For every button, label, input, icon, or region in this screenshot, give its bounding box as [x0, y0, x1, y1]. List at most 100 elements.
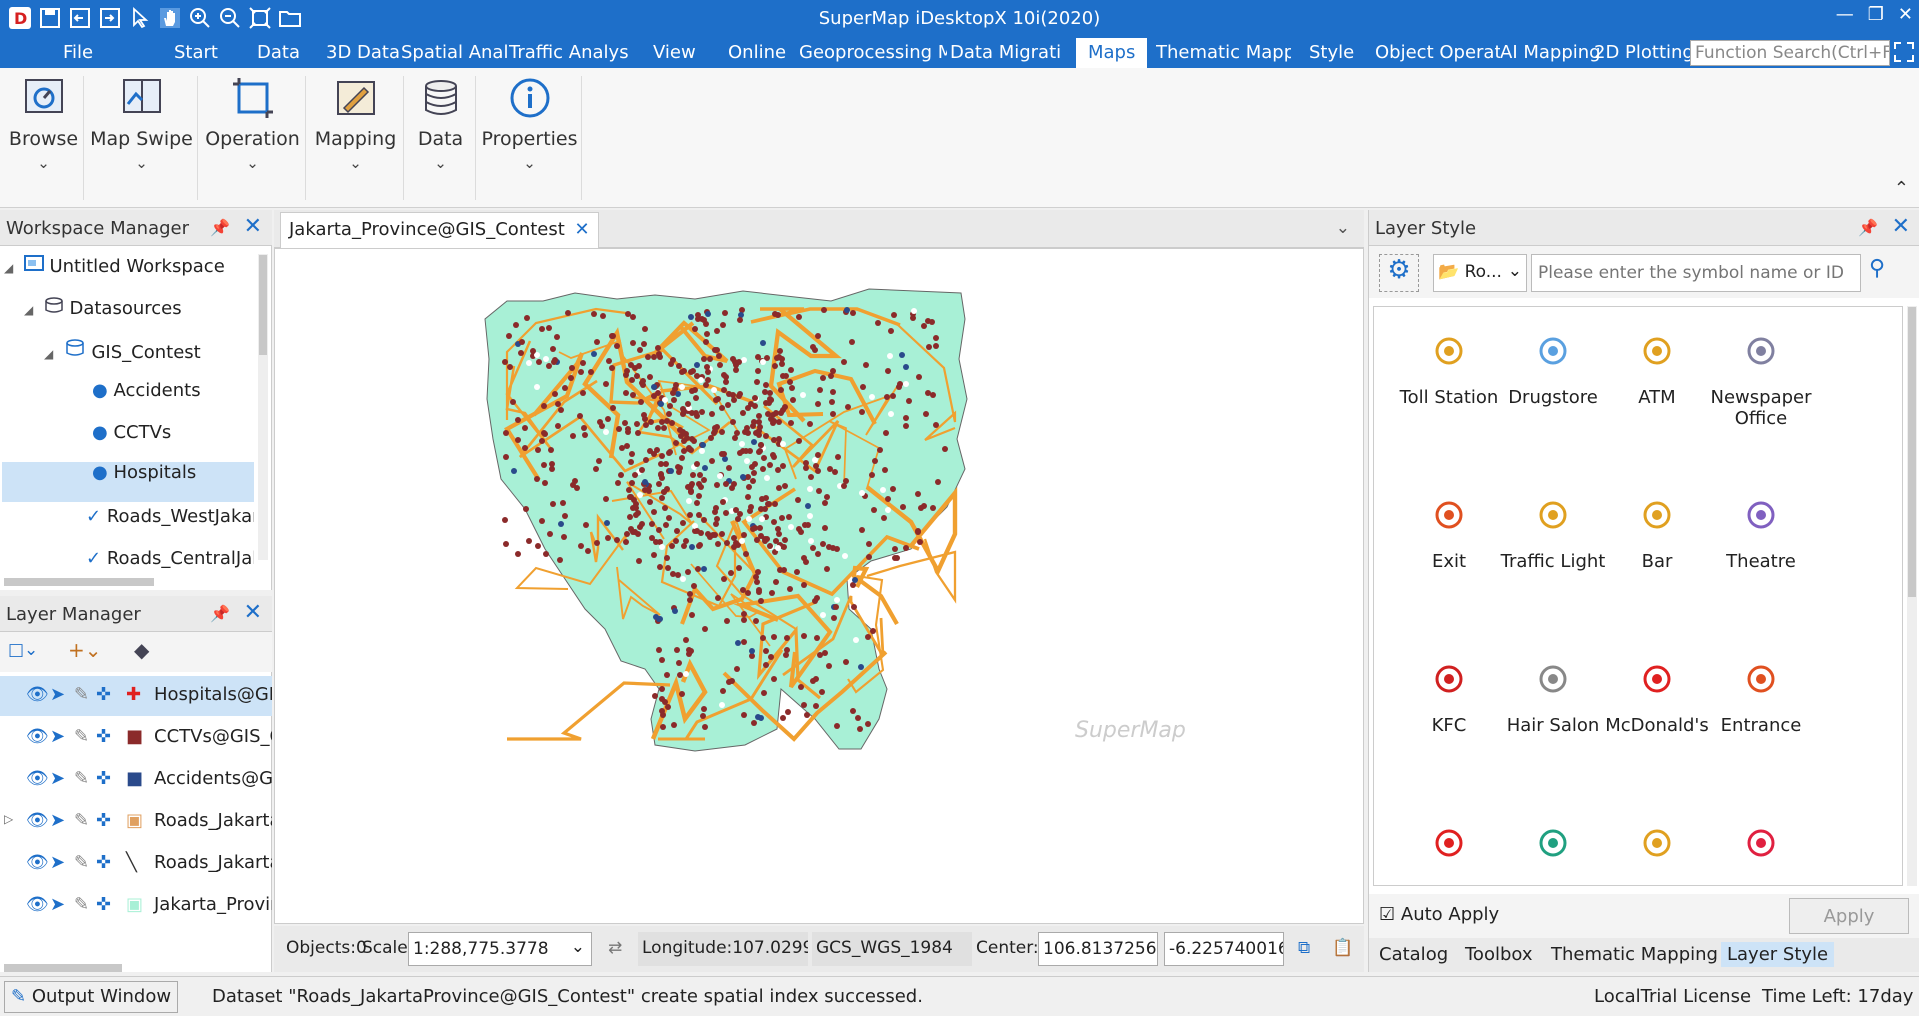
layer-item[interactable]: 👁➤✎✜✚Hospitals@GIS_Contest	[0, 676, 272, 716]
snappable-icon[interactable]: ✜	[96, 894, 111, 915]
visibility-eye-icon[interactable]: 👁	[26, 894, 49, 915]
visibility-eye-icon[interactable]: 👁	[26, 810, 49, 831]
menu-data-migration[interactable]: Data Migrati	[950, 42, 1070, 63]
symbol-item[interactable]: Hair Salon	[1498, 665, 1608, 736]
symbol-item[interactable]	[1394, 829, 1504, 879]
symbol-item[interactable]: Theatre	[1706, 501, 1816, 572]
search-icon[interactable]: ⚲	[1869, 256, 1885, 281]
gear-icon[interactable]: ⚙	[1379, 254, 1419, 292]
menu-data[interactable]: Data	[257, 42, 300, 63]
browse-button[interactable]: Browse ⌄	[4, 76, 84, 200]
selectable-icon[interactable]: ➤	[50, 852, 65, 873]
minimize-icon[interactable]: —	[1836, 4, 1854, 25]
properties-button[interactable]: Properties ⌄	[478, 76, 582, 200]
map-swipe-button[interactable]: Map Swipe ⌄	[86, 76, 198, 200]
tab-toolbox[interactable]: Toolbox	[1459, 942, 1539, 967]
visibility-eye-icon[interactable]: 👁	[26, 684, 49, 705]
editable-icon[interactable]: ✎	[74, 768, 89, 789]
snappable-icon[interactable]: ✜	[96, 768, 111, 789]
paste-icon[interactable]: 📋	[1328, 932, 1357, 966]
restore-icon[interactable]: ❐	[1868, 4, 1884, 25]
snappable-icon[interactable]: ✜	[96, 852, 111, 873]
center-x-input[interactable]: 106.81372561	[1038, 932, 1158, 966]
selectable-icon[interactable]: ➤	[50, 768, 65, 789]
visibility-eye-icon[interactable]: 👁	[26, 726, 49, 747]
close-icon[interactable]: ✕	[244, 214, 262, 239]
symbol-item[interactable]: Traffic Light	[1498, 501, 1608, 572]
close-icon[interactable]: ✕	[244, 600, 262, 625]
menu-thematic-mapping[interactable]: Thematic Mapp	[1156, 42, 1291, 63]
pin-icon[interactable]: 📌	[1858, 218, 1878, 237]
vertical-scrollbar[interactable]	[1907, 306, 1917, 886]
symbol-search-input[interactable]	[1531, 254, 1861, 292]
auto-apply-checkbox[interactable]: ☑ Auto Apply	[1379, 904, 1499, 925]
menu-ai-mapping[interactable]: AI Mapping	[1500, 42, 1601, 63]
vertical-scrollbar[interactable]	[258, 254, 268, 560]
symbol-item[interactable]: Newspaper Office	[1706, 337, 1816, 429]
data-button[interactable]: Data ⌄	[406, 76, 476, 200]
tab-catalog[interactable]: Catalog	[1373, 942, 1454, 967]
horizontal-scrollbar[interactable]	[4, 578, 154, 586]
snappable-icon[interactable]: ✜	[96, 726, 111, 747]
editable-icon[interactable]: ✎	[74, 894, 89, 915]
layer-item[interactable]: 👁➤✎✜▣Jakarta_Province	[0, 886, 272, 926]
selectable-icon[interactable]: ➤	[50, 894, 65, 915]
menu-2d-plotting[interactable]: 2D Plotting	[1594, 42, 1690, 63]
tree-item-dataset[interactable]: ● CCTVs	[92, 422, 254, 462]
menu-file[interactable]: File	[63, 42, 93, 63]
apply-button[interactable]: Apply	[1789, 898, 1909, 934]
symbol-item[interactable]: Drugstore	[1498, 337, 1608, 408]
map-view[interactable]: SuperMap	[275, 249, 1363, 923]
menu-start[interactable]: Start	[174, 42, 218, 63]
pin-icon[interactable]: 📌	[210, 218, 230, 237]
symbol-item[interactable]: ATM	[1602, 337, 1712, 408]
visibility-eye-icon[interactable]: 👁	[26, 852, 49, 873]
tree-item-dataset[interactable]: ✓ Roads_CentralJak	[86, 548, 254, 580]
symbol-item[interactable]	[1498, 829, 1608, 879]
pin-icon[interactable]: 📌	[210, 604, 230, 623]
symbol-category-select[interactable]: 📂 Ro... ⌄	[1433, 254, 1527, 292]
selectable-icon[interactable]: ➤	[50, 726, 65, 747]
tree-item-dataset[interactable]: ● Accidents	[92, 380, 254, 420]
symbol-item[interactable]	[1602, 829, 1712, 879]
copy-icon[interactable]: ⧉	[1294, 932, 1314, 966]
tab-layer-style[interactable]: Layer Style	[1721, 942, 1835, 967]
tree-item-datasources[interactable]: ◢ Datasources	[24, 296, 254, 336]
center-y-input[interactable]: -6.225740016	[1164, 932, 1284, 966]
editable-icon[interactable]: ✎	[74, 684, 89, 705]
function-search-input[interactable]: Function Search(Ctrl+F)	[1690, 40, 1890, 66]
menu-maps[interactable]: Maps	[1076, 38, 1148, 68]
layer-item[interactable]: 👁➤✎✜╲Roads_JakartaProvince	[0, 844, 272, 884]
layer-item[interactable]: 👁➤✎✜■CCTVs@GIS_Contest	[0, 718, 272, 758]
tab-list-chevron-icon[interactable]: ⌄	[1336, 218, 1350, 238]
tab-thematic-mapping[interactable]: Thematic Mapping	[1545, 942, 1724, 967]
tree-item-dataset[interactable]: ✓ Roads_WestJakar	[86, 506, 254, 546]
symbol-item[interactable]: Bar	[1602, 501, 1712, 572]
scale-select[interactable]: 1:288,775.3778 ⌄	[408, 932, 592, 966]
map-canvas[interactable]: SuperMap	[274, 248, 1364, 924]
swap-icon[interactable]: ⇄	[604, 932, 626, 966]
layer-item[interactable]: ▷👁➤✎✜▣Roads_JakartaProvince	[0, 802, 272, 842]
close-tab-icon[interactable]: ✕	[575, 219, 590, 240]
operation-button[interactable]: Operation ⌄	[200, 76, 306, 200]
menu-object-operations[interactable]: Object Operati	[1375, 42, 1500, 63]
symbol-item[interactable]: McDonald's	[1602, 665, 1712, 736]
fullscreen-icon[interactable]	[1894, 42, 1914, 62]
symbol-item[interactable]: KFC	[1394, 665, 1504, 736]
editable-icon[interactable]: ✎	[74, 726, 89, 747]
tree-item-workspace[interactable]: ◢ Untitled Workspace	[4, 254, 254, 294]
tree-item-dataset-selected[interactable]: ● Hospitals	[2, 462, 254, 502]
add-icon[interactable]: +⌄	[68, 638, 102, 662]
tree-item-datasource[interactable]: ◢ GIS_Contest	[44, 338, 254, 378]
selectable-icon[interactable]: ➤	[50, 684, 65, 705]
menu-online[interactable]: Online	[728, 42, 786, 63]
output-window-button[interactable]: ✎ Output Window	[4, 981, 179, 1013]
selectable-icon[interactable]: ➤	[50, 810, 65, 831]
horizontal-scrollbar[interactable]	[4, 964, 122, 972]
collapse-ribbon-icon[interactable]: ⌃	[1894, 178, 1909, 199]
editable-icon[interactable]: ✎	[74, 810, 89, 831]
mapping-button[interactable]: Mapping ⌄	[308, 76, 404, 200]
snappable-icon[interactable]: ✜	[96, 810, 111, 831]
symbol-item[interactable]: Entrance	[1706, 665, 1816, 736]
menu-3d-data[interactable]: 3D Data	[326, 42, 400, 63]
